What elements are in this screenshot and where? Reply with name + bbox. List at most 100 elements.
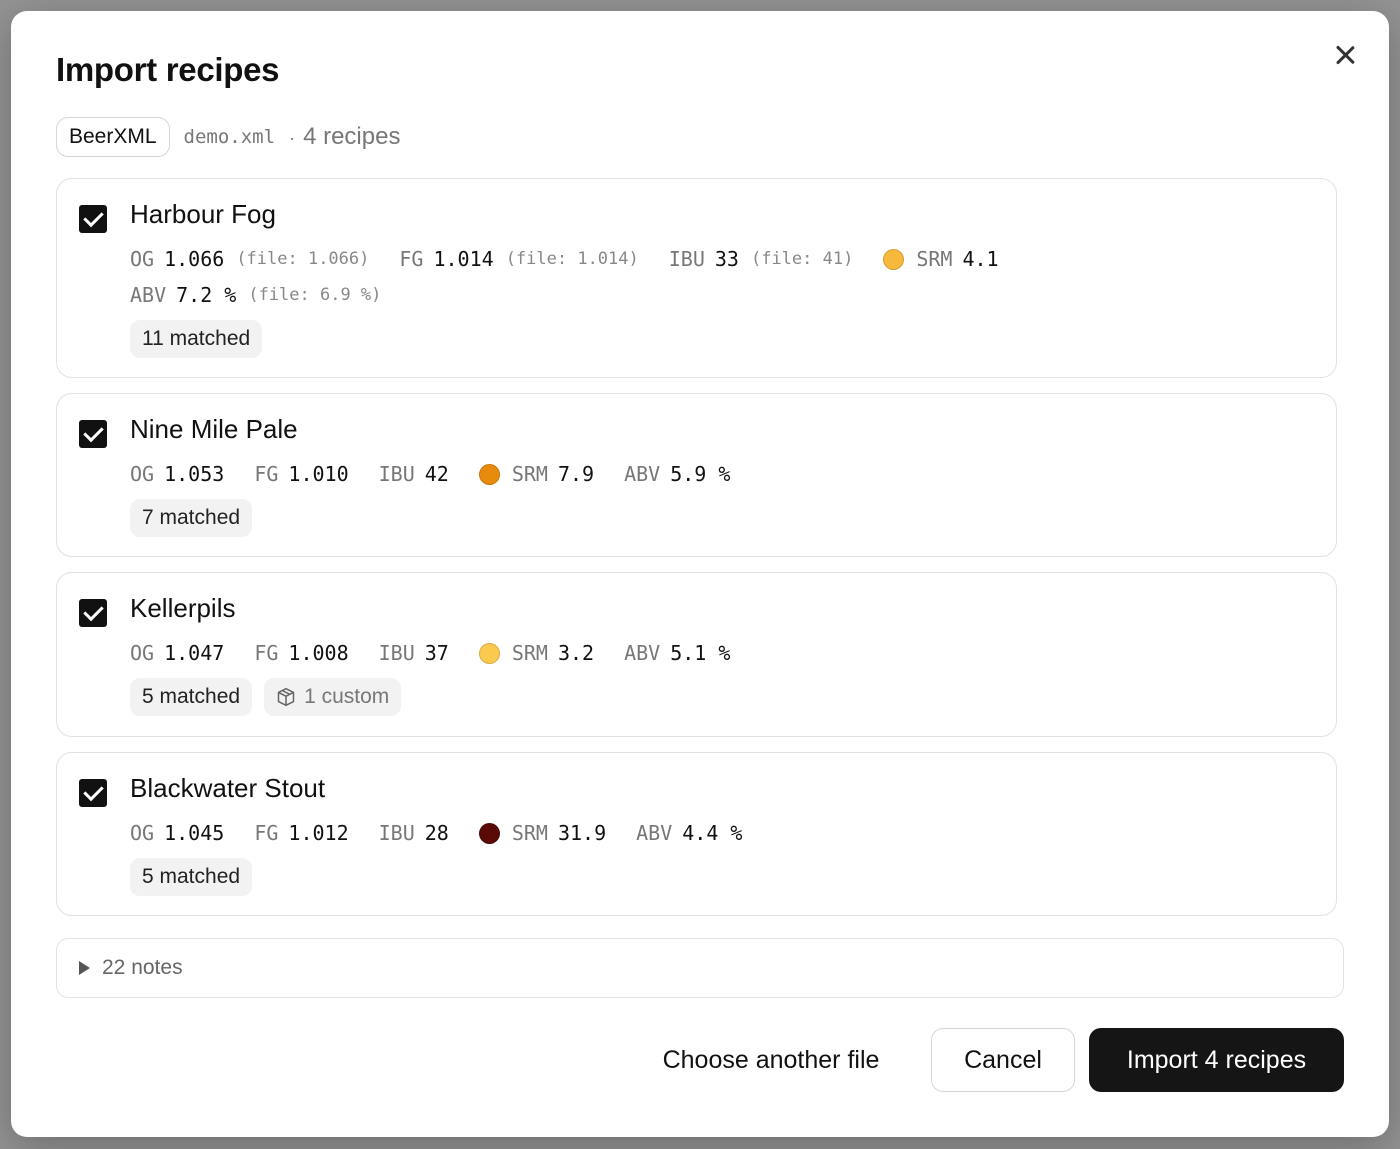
stat-value: 3.2 <box>557 641 595 665</box>
stat-file-value: (file: 1.066) <box>236 249 370 269</box>
stat-og: OG 1.066 (file: 1.066) <box>130 247 369 271</box>
recipe-badges: 5 matched <box>130 858 253 896</box>
stat-label: OG <box>130 641 155 665</box>
import-recipes-button[interactable]: Import 4 recipes <box>1089 1028 1344 1092</box>
stat-ibu: IBU 37 <box>379 641 449 665</box>
format-chip: BeerXML <box>56 117 170 157</box>
stat-file-value: (file: 6.9 %) <box>248 285 382 305</box>
stat-abv: ABV 5.9 % <box>624 462 730 486</box>
stat-file-value: (file: 41) <box>750 249 854 269</box>
stat-value: 42 <box>424 462 449 486</box>
stat-label: OG <box>130 821 155 845</box>
stat-value: 1.012 <box>288 821 349 845</box>
stat-fg: FG 1.010 <box>254 462 348 486</box>
stat-value: 1.045 <box>164 821 225 845</box>
stat-file-value: (file: 1.014) <box>505 249 639 269</box>
cancel-button[interactable]: Cancel <box>931 1028 1075 1092</box>
recipe-name: Blackwater Stout <box>130 773 326 803</box>
stat-value: 28 <box>424 821 449 845</box>
check-icon[interactable] <box>79 599 107 627</box>
stat-label: IBU <box>378 821 415 845</box>
recipe-badges: 11 matched <box>130 320 263 358</box>
stat-abv: ABV 4.4 % <box>636 821 742 845</box>
triangle-right-icon <box>79 961 90 975</box>
stat-label: FG <box>254 821 279 845</box>
stat-ibu: IBU 42 <box>379 462 449 486</box>
recipe-stats: OG 1.045 FG 1.012 IBU 28 SRM 31.9 ABV 4.4 % <box>130 821 772 845</box>
stat-abv: ABV 7.2 % (file: 6.9 %) <box>130 283 381 307</box>
stat-srm: SRM 31.9 <box>478 821 607 845</box>
close-icon[interactable] <box>1333 43 1357 67</box>
recipe-card: Harbour Fog OG 1.066 (file: 1.066) FG 1.014… <box>56 178 1337 378</box>
stat-value: 1.047 <box>164 641 225 665</box>
stat-label: FG <box>399 247 424 271</box>
recipe-count-text: 4 recipes <box>303 123 401 150</box>
stat-fg: FG 1.012 <box>254 821 348 845</box>
recipe-stats: OG 1.066 (file: 1.066) FG 1.014 (file: 1.014… <box>130 247 1029 271</box>
separator-dot: · <box>289 128 296 148</box>
stat-label: OG <box>130 462 155 486</box>
recipe-stats-row2: ABV 7.2 % (file: 6.9 %) <box>130 283 411 307</box>
stat-label: ABV <box>624 462 661 486</box>
srm-color-swatch <box>478 822 500 844</box>
stat-value: 4.1 <box>962 247 999 271</box>
matched-badge: 7 matched <box>130 499 253 537</box>
stat-fg: FG 1.008 <box>254 641 348 665</box>
stat-srm: SRM 3.2 <box>478 641 595 665</box>
stat-value: 7.2 % <box>176 283 237 307</box>
stat-ibu: IBU 28 <box>379 821 449 845</box>
check-icon[interactable] <box>79 420 107 448</box>
dialog-title: Import recipes <box>56 51 280 88</box>
choose-another-file-button[interactable]: Choose another file <box>635 1028 907 1092</box>
stat-label: SRM <box>511 641 548 665</box>
stat-value: 7.9 <box>557 462 595 486</box>
stat-label: SRM <box>916 247 953 271</box>
stat-value: 1.066 <box>164 247 225 271</box>
stat-og: OG 1.045 <box>130 821 224 845</box>
stat-value: 5.9 % <box>670 462 731 486</box>
recipe-count: · 4 recipes <box>289 123 400 151</box>
stat-label: IBU <box>378 641 415 665</box>
stat-fg: FG 1.014 (file: 1.014) <box>399 247 638 271</box>
stat-value: 1.010 <box>288 462 349 486</box>
stat-label: SRM <box>511 462 548 486</box>
file-info: BeerXML demo.xml · 4 recipes <box>56 117 400 157</box>
stat-value: 1.008 <box>288 641 349 665</box>
check-icon[interactable] <box>79 205 107 233</box>
check-icon[interactable] <box>79 779 107 807</box>
custom-badge: 1 custom <box>264 678 402 716</box>
stat-og: OG 1.053 <box>130 462 224 486</box>
stat-label: ABV <box>130 283 167 307</box>
stat-label: IBU <box>668 247 705 271</box>
srm-color-swatch <box>883 248 905 270</box>
recipe-stats: OG 1.053 FG 1.010 IBU 42 SRM 7.9 ABV 5.9 % <box>130 462 760 486</box>
matched-badge: 5 matched <box>130 678 253 716</box>
import-recipes-dialog: Import recipes BeerXML demo.xml · 4 recip… <box>11 11 1389 1137</box>
stat-label: ABV <box>636 821 673 845</box>
stat-label: IBU <box>378 462 415 486</box>
stat-ibu: IBU 33 (file: 41) <box>669 247 854 271</box>
stat-label: ABV <box>624 641 661 665</box>
stat-srm: SRM 7.9 <box>478 462 595 486</box>
stat-abv: ABV 5.1 % <box>624 641 730 665</box>
srm-color-swatch <box>478 463 500 485</box>
recipe-name: Kellerpils <box>130 593 236 623</box>
stat-label: OG <box>130 247 155 271</box>
recipe-badges: 7 matched <box>130 499 253 537</box>
matched-badge: 11 matched <box>130 320 263 358</box>
matched-badge: 5 matched <box>130 858 253 896</box>
stat-label: FG <box>254 641 279 665</box>
recipe-card: Kellerpils OG 1.047 FG 1.008 IBU 37 SRM 3.2 … <box>56 572 1337 737</box>
stat-value: 33 <box>714 247 739 271</box>
stat-value: 1.014 <box>433 247 494 271</box>
stat-value: 4.4 % <box>682 821 743 845</box>
stat-value: 37 <box>424 641 449 665</box>
recipe-card: Nine Mile Pale OG 1.053 FG 1.010 IBU 42 SRM… <box>56 393 1337 557</box>
notes-disclosure[interactable]: 22 notes <box>56 938 1344 998</box>
stat-og: OG 1.047 <box>130 641 224 665</box>
stat-value: 31.9 <box>557 821 607 845</box>
recipe-name: Nine Mile Pale <box>130 414 298 444</box>
srm-color-swatch <box>478 642 500 664</box>
stat-srm: SRM 4.1 <box>883 247 999 271</box>
stat-value: 1.053 <box>164 462 225 486</box>
